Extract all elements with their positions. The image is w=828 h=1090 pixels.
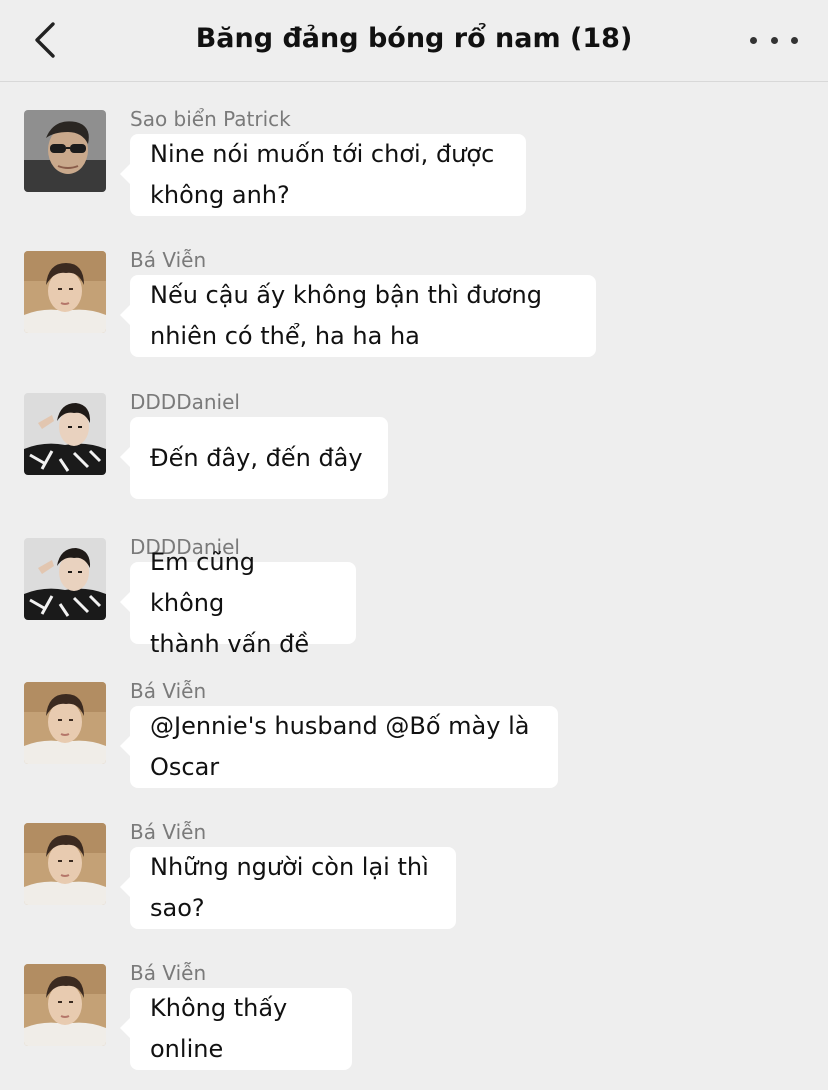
message-bubble[interactable]: Đến đây, đến đây xyxy=(120,417,388,499)
message-bubble[interactable]: Những người còn lại thì sao? xyxy=(120,847,456,929)
more-options-button[interactable] xyxy=(750,22,798,58)
avatar[interactable] xyxy=(24,251,106,333)
sender-name: DDDDaniel xyxy=(130,390,240,414)
message-bubble[interactable]: Nine nói muốn tới chơi, được không anh? xyxy=(120,134,526,216)
avatar[interactable] xyxy=(24,110,106,192)
avatar[interactable] xyxy=(24,823,106,905)
message-bubble[interactable]: Nếu cậu ấy không bận thì đương nhiên có … xyxy=(120,275,596,357)
message-text: Nine nói muốn tới chơi, được không anh? xyxy=(150,140,495,209)
message-text: @Jennie's husband @Bố mày là Oscar xyxy=(150,712,530,781)
back-button[interactable] xyxy=(22,16,66,64)
avatar[interactable] xyxy=(24,964,106,1046)
message-text: Nếu cậu ấy không bận thì đương nhiên có … xyxy=(150,281,542,350)
avatar[interactable] xyxy=(24,393,106,475)
sender-name: Bá Viễn xyxy=(130,961,207,985)
message-bubble[interactable]: Em cũng không thành vấn đề xyxy=(120,548,356,658)
chat-title: Băng đảng bóng rổ nam (18) xyxy=(195,23,633,54)
chat-header: Băng đảng bóng rổ nam (18) xyxy=(0,0,828,82)
more-horizontal-icon xyxy=(750,36,757,44)
message-text: Đến đây, đến đây xyxy=(150,443,363,472)
chevron-left-icon xyxy=(35,22,55,58)
sender-name: Bá Viễn xyxy=(130,679,207,703)
message-text: Không thấy online xyxy=(150,994,288,1063)
sender-name: Bá Viễn xyxy=(130,820,207,844)
avatar[interactable] xyxy=(24,538,106,620)
message-bubble[interactable]: @Jennie's husband @Bố mày là Oscar xyxy=(120,706,558,788)
message-text: Em cũng không thành vấn đề xyxy=(150,547,310,658)
sender-name: Sao biển Patrick xyxy=(130,107,291,131)
sender-name: Bá Viễn xyxy=(130,248,207,272)
message-bubble[interactable]: Không thấy online xyxy=(120,988,352,1070)
message-text: Những người còn lại thì sao? xyxy=(150,853,429,922)
avatar[interactable] xyxy=(24,682,106,764)
